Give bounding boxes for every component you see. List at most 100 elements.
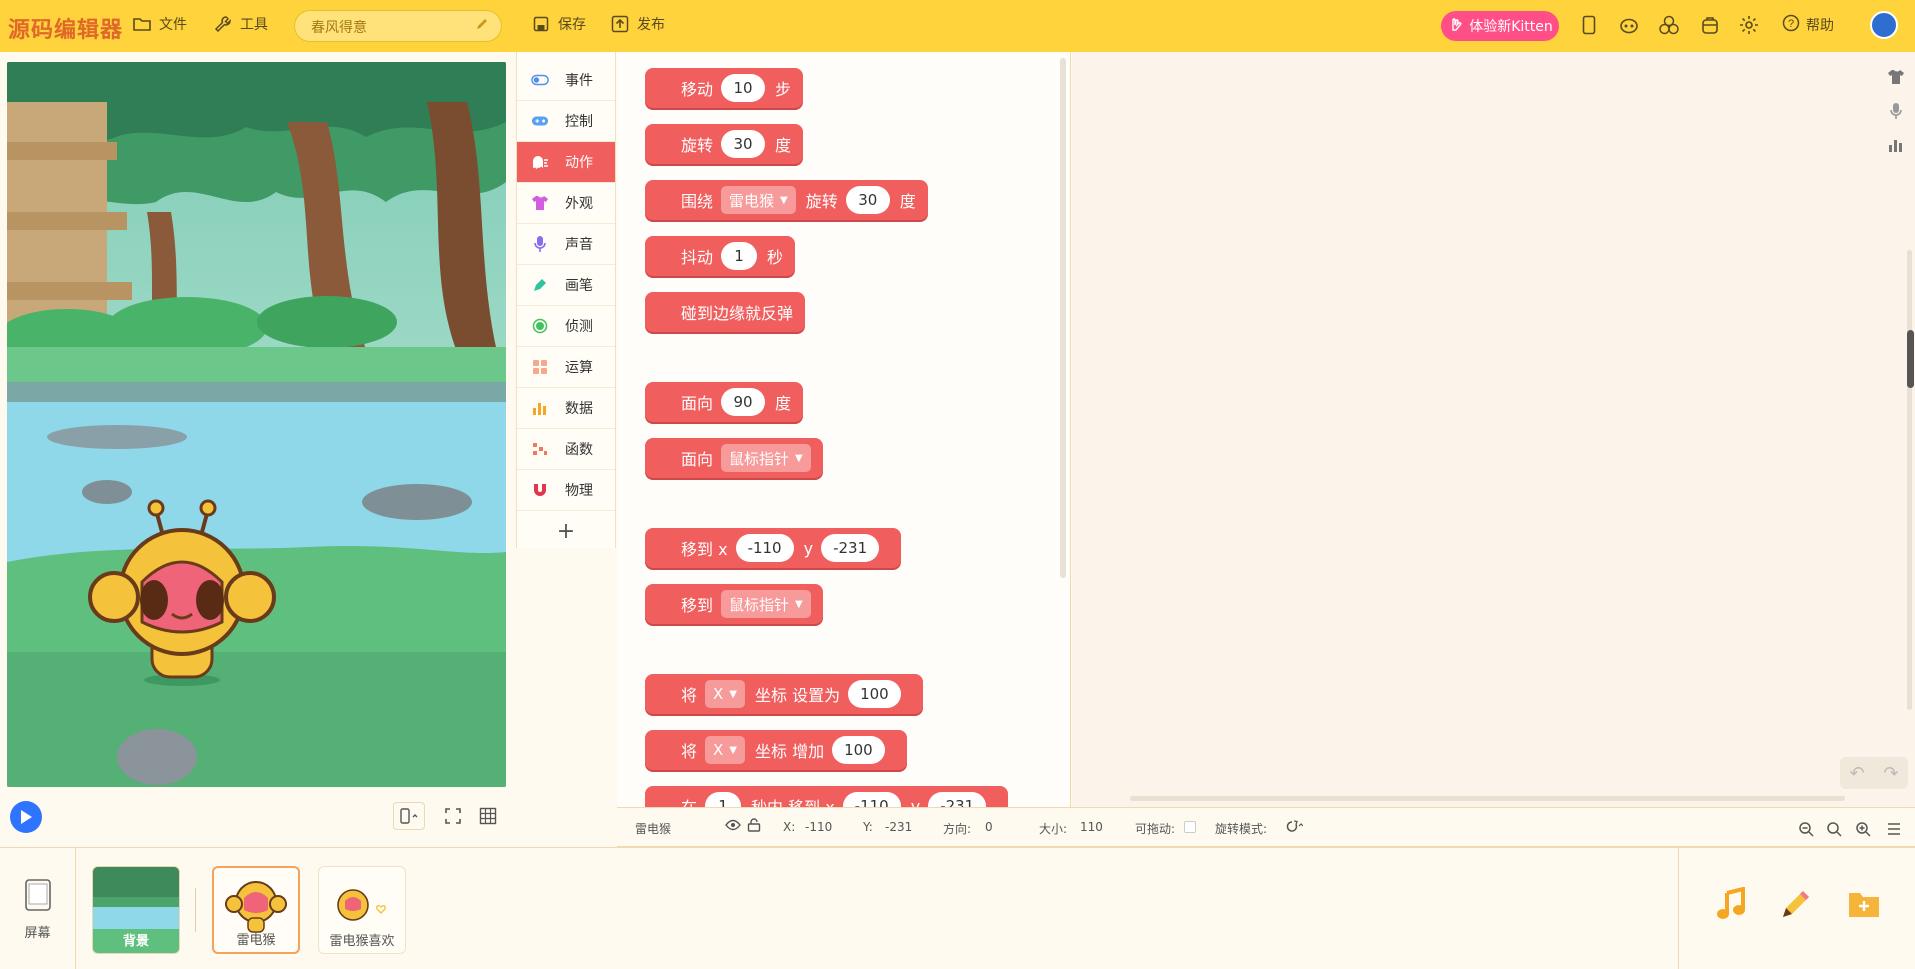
- microphone-icon[interactable]: [1882, 94, 1910, 128]
- settings-icon[interactable]: [1738, 14, 1760, 36]
- block-input[interactable]: 100: [848, 680, 901, 708]
- category-operators[interactable]: 运算: [517, 347, 615, 388]
- block-dropdown[interactable]: 鼠标指针 ▼: [721, 444, 811, 472]
- block-bounce[interactable]: 碰到边缘就反弹: [645, 292, 806, 332]
- stage-canvas[interactable]: [7, 62, 506, 787]
- block-input[interactable]: -110: [735, 534, 794, 562]
- block-input[interactable]: 1: [705, 792, 742, 807]
- block-goto-pointer[interactable]: 移到 鼠标指针 ▼: [645, 584, 823, 624]
- block-dropdown[interactable]: X ▼: [705, 736, 745, 764]
- tools-menu[interactable]: 工具: [214, 14, 268, 34]
- sprite-thunder-monkey[interactable]: 雷电猴: [212, 866, 300, 954]
- device-icon[interactable]: [1578, 14, 1600, 36]
- block-rotate[interactable]: 旋转 30 度: [645, 124, 804, 164]
- question-icon: ?: [1782, 14, 1800, 36]
- fullscreen-icon: [445, 808, 461, 824]
- direction-input[interactable]: 0: [979, 816, 1025, 840]
- block-input[interactable]: 100: [832, 736, 885, 764]
- folder-add-icon[interactable]: [1846, 886, 1882, 922]
- x-input[interactable]: -110: [799, 816, 849, 840]
- script-canvas[interactable]: [1072, 52, 1915, 807]
- y-input[interactable]: -231: [879, 816, 929, 840]
- folder-icon: [133, 15, 151, 33]
- block-move[interactable]: 移动 10 步: [645, 68, 804, 108]
- costume-icon[interactable]: [1882, 60, 1910, 94]
- try-kitten-button[interactable]: 体验新Kitten: [1441, 11, 1559, 41]
- category-physics[interactable]: 物理: [517, 470, 615, 511]
- zoom-in-icon[interactable]: [1852, 818, 1874, 840]
- add-category-button[interactable]: +: [517, 511, 615, 551]
- project-name-input[interactable]: 春风得意: [294, 10, 502, 42]
- unlock-icon[interactable]: [747, 818, 761, 835]
- block-face-direction[interactable]: 面向 90 度: [645, 382, 804, 422]
- redo-icon[interactable]: ↷: [1883, 763, 1898, 784]
- block-input[interactable]: -231: [928, 792, 987, 807]
- undo-icon[interactable]: ↶: [1849, 763, 1864, 784]
- svg-text:?: ?: [1788, 18, 1794, 30]
- category-functions[interactable]: 函数: [517, 429, 615, 470]
- category-sensing[interactable]: 侦测: [517, 306, 615, 347]
- zoom-out-icon[interactable]: [1795, 818, 1817, 840]
- file-menu[interactable]: 文件: [133, 14, 187, 34]
- block-shake[interactable]: 抖动 1 秒: [645, 236, 796, 276]
- category-looks[interactable]: 外观: [517, 183, 615, 224]
- user-avatar[interactable]: [1870, 11, 1898, 39]
- category-motion[interactable]: 动作: [517, 142, 615, 183]
- canvas-vertical-scrollbar[interactable]: [1907, 250, 1912, 710]
- block-set-x[interactable]: 将 X ▼ 坐标 设置为 100: [645, 674, 923, 714]
- zoom-reset-icon[interactable]: [1823, 818, 1845, 840]
- menu-icon[interactable]: [1883, 818, 1905, 840]
- block-input[interactable]: -110: [842, 792, 901, 807]
- bar-chart-icon[interactable]: [1882, 128, 1910, 162]
- size-input[interactable]: 110: [1074, 816, 1120, 840]
- chevron-down-icon: ▼: [729, 744, 737, 756]
- screen-button[interactable]: 屏幕: [0, 848, 76, 969]
- fullscreen-button[interactable]: [437, 802, 469, 830]
- alien-icon[interactable]: [1618, 14, 1640, 36]
- app-logo[interactable]: 源码编辑器: [8, 12, 123, 44]
- category-events[interactable]: 事件: [517, 60, 615, 101]
- backpack-icon[interactable]: [1699, 14, 1721, 36]
- block-glide[interactable]: 在 1 秒内 移到 x -110 y -231: [645, 786, 1009, 807]
- dropdown-value: 鼠标指针: [729, 449, 790, 468]
- category-label: 函数: [565, 442, 593, 458]
- publish-label: 发布: [637, 17, 665, 33]
- category-pen[interactable]: 画笔: [517, 265, 615, 306]
- block-input[interactable]: 30: [845, 186, 890, 214]
- block-dropdown[interactable]: X ▼: [705, 680, 745, 708]
- category-label: 外观: [565, 196, 593, 212]
- block-input[interactable]: 1: [721, 242, 758, 270]
- block-dropdown[interactable]: 鼠标指针 ▼: [721, 590, 811, 618]
- canvas-horizontal-scrollbar[interactable]: [1130, 796, 1845, 801]
- sprite-thunder-monkey-likes[interactable]: 雷电猴喜欢: [318, 866, 406, 954]
- block-add-x[interactable]: 将 X ▼ 坐标 增加 100: [645, 730, 907, 770]
- sprite-background[interactable]: 背景: [92, 866, 180, 954]
- device-size-button[interactable]: [393, 802, 425, 830]
- rotation-mode-select[interactable]: [1281, 819, 1304, 836]
- block-goto-xy[interactable]: 移到 x -110 y -231: [645, 528, 902, 568]
- pencil-draw-icon[interactable]: [1778, 886, 1814, 922]
- save-button[interactable]: 保存: [532, 14, 586, 34]
- help-button[interactable]: ? 帮助: [1782, 14, 1834, 36]
- category-sound[interactable]: 声音: [517, 224, 615, 265]
- community-icon[interactable]: [1658, 14, 1680, 36]
- grid-button[interactable]: [472, 802, 504, 830]
- draggable-checkbox[interactable]: [1184, 821, 1196, 833]
- palette-scrollbar[interactable]: [1060, 58, 1066, 578]
- block-input[interactable]: 90: [721, 388, 766, 416]
- block-input[interactable]: -231: [821, 534, 880, 562]
- block-dropdown[interactable]: 雷电猴 ▼: [721, 186, 796, 214]
- sprite-name-input[interactable]: 雷电猴: [629, 816, 739, 840]
- publish-button[interactable]: 发布: [611, 14, 665, 34]
- upload-icon: [611, 15, 629, 33]
- eye-icon[interactable]: [725, 819, 741, 834]
- category-data[interactable]: 数据: [517, 388, 615, 429]
- music-icon[interactable]: [1714, 886, 1750, 922]
- block-face-pointer[interactable]: 面向 鼠标指针 ▼: [645, 438, 823, 478]
- block-input[interactable]: 10: [721, 74, 766, 102]
- block-rotate-around[interactable]: 围绕 雷电猴 ▼ 旋转 30 度: [645, 180, 928, 220]
- play-button[interactable]: [10, 801, 42, 833]
- block-input[interactable]: 30: [721, 130, 766, 158]
- category-control[interactable]: 控制: [517, 101, 615, 142]
- canvas-scroll-thumb[interactable]: [1907, 330, 1914, 388]
